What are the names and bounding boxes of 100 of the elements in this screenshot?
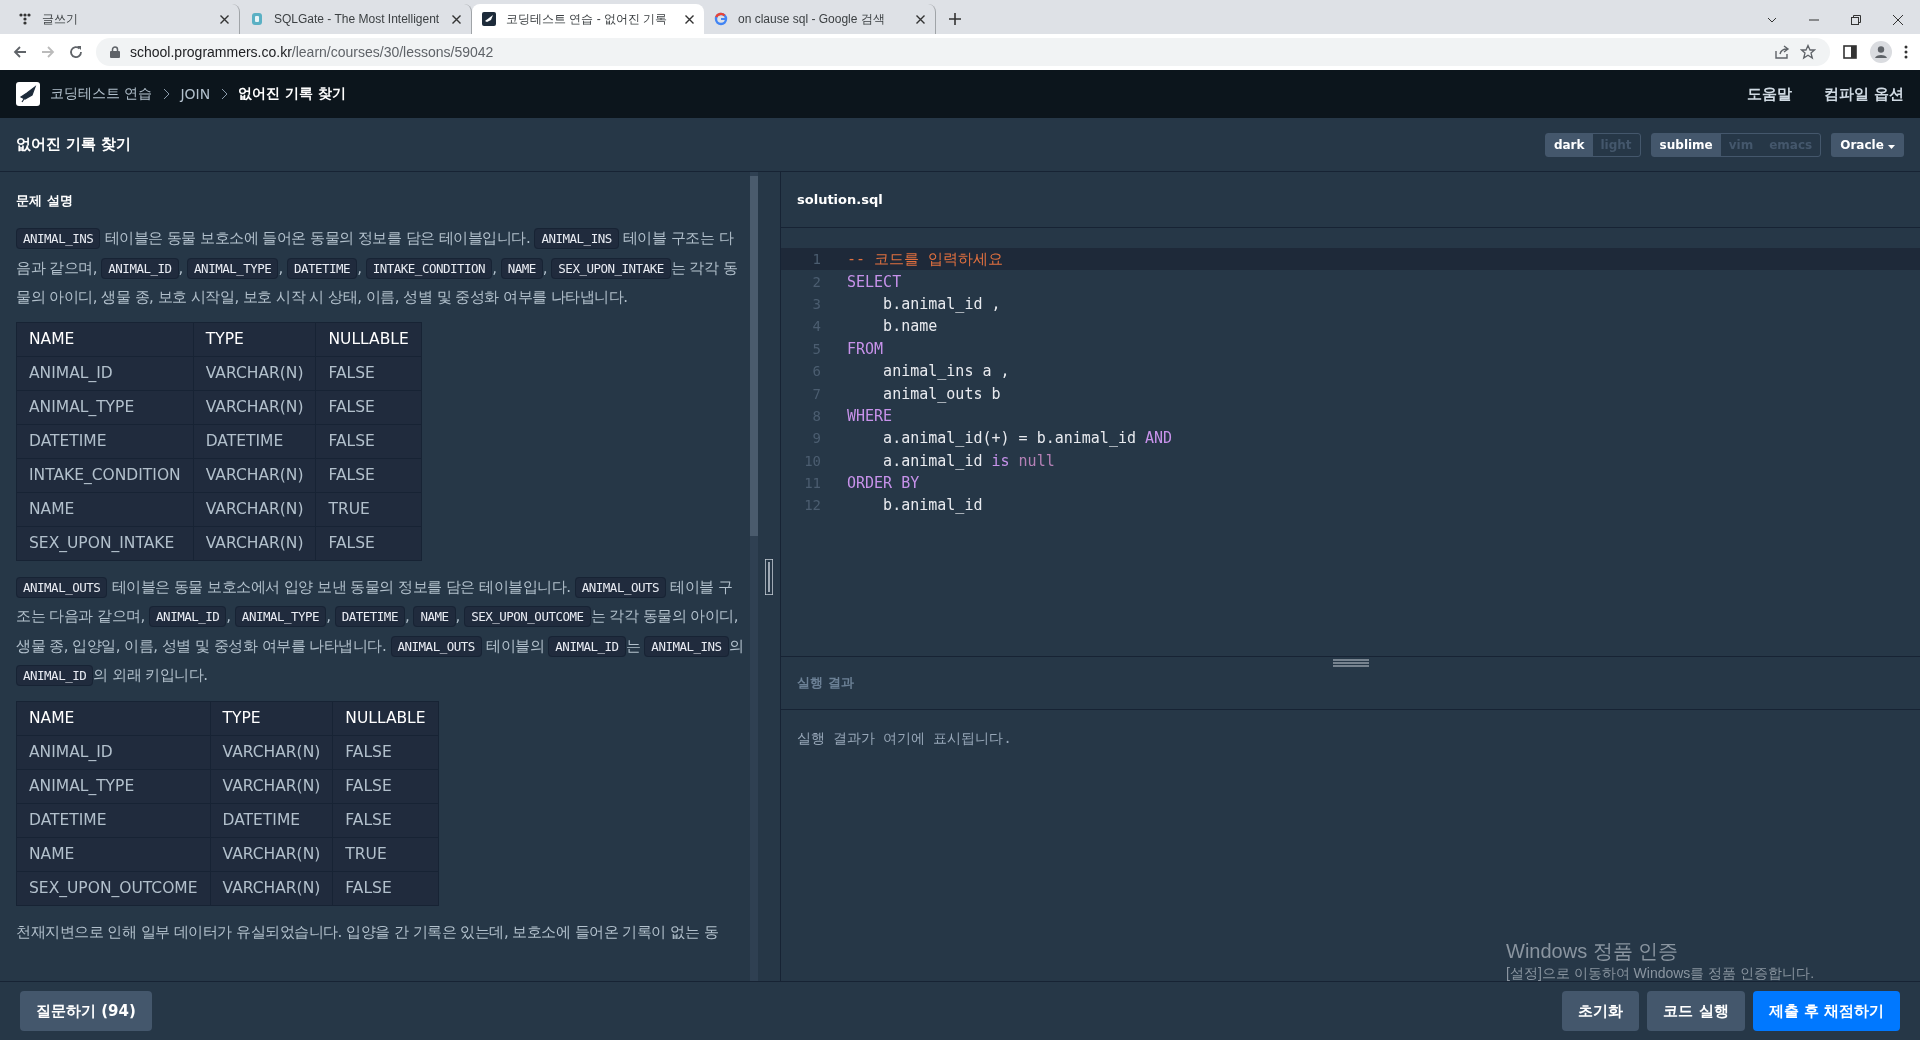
restore-icon[interactable]	[1850, 14, 1862, 26]
table-cell: VARCHAR(N)	[193, 390, 316, 424]
code-line: SELECT	[846, 272, 902, 291]
table-cell: VARCHAR(N)	[210, 871, 333, 905]
code-line: animal_ins a ,	[882, 362, 1010, 381]
table-cell: FALSE	[315, 424, 422, 458]
table-cell: FALSE	[315, 356, 422, 390]
table-cell: FALSE	[332, 803, 439, 837]
chevron-right-icon	[220, 88, 229, 100]
scrollbar[interactable]	[750, 172, 758, 981]
action-button[interactable]: 코드 실행	[1647, 991, 1745, 1031]
browser-tab[interactable]: 코딩테스트 연습 - 없어진 기록	[472, 4, 704, 34]
table-cell: TRUE	[332, 837, 439, 871]
table-cell: INTAKE_CONDITION	[16, 458, 194, 492]
nav-link[interactable]: 도움말	[1746, 84, 1792, 104]
description-paragraph: ANIMAL_INS 테이블은 동물 보호소에 들어온 동물의 정보를 담은 테이블입니다. ANIMAL_INS 테이블 구조는 다음과 같으며, ANIMAL_ID , ANIMAL_TYPE , DATETIME , INTAKE_CONDITION , NAME , SEX_UPON_INTAKE 는 각각 동물의 아이디, 생물 종, 보호 시작일, 보호 시작 시 상태, 이름, 성별 및 중성화 여부를 나타냅니다.	[16, 227, 739, 308]
code-line: a.animal_id(+) = b.animal_id AND	[882, 429, 1173, 448]
column-header: TYPE	[210, 701, 333, 735]
description-paragraph: 천재지변으로 인해 일부 데이터가 유실되었습니다. 입양을 간 기록은 있는데, 보호소에 들어온 기록이 없는 동	[16, 921, 720, 943]
table-cell: DATETIME	[193, 424, 316, 458]
column-header: NULLABLE	[315, 322, 422, 356]
column-header: NAME	[16, 701, 211, 735]
activation-title: Windows 정품 인증	[1506, 939, 1680, 964]
url-text: school.programmers.co.kr/learn/courses/30/lessons/59042	[130, 44, 494, 60]
share-icon[interactable]	[1774, 44, 1790, 60]
close-icon[interactable]	[452, 14, 461, 24]
menu-icon[interactable]	[1904, 45, 1908, 59]
table-cell: DATETIME	[210, 803, 333, 837]
back-icon[interactable]	[12, 44, 28, 60]
description-paragraph: ANIMAL_OUTS 테이블은 동물 보호소에서 입양 보낸 동물의 정보를 담은 테이블입니다. ANIMAL_OUTS 테이블 구조는 다음과 같으며, ANIMAL_ID , ANIMAL_TYPE , DATETIME , NAME , SEX_UPON_OUTCOME 는 각각 동물의 아이디, 생물 종, 입양일, 이름, 성별 및 중성화 여부를 나타냅니다. ANIMAL_OUTS 테이블의 ANIMAL_ID 는 ANIMAL_INS 의 ANIMAL_ID 의 외래 키입니다.	[16, 575, 745, 688]
language-dropdown[interactable]: Oracle	[1831, 132, 1904, 157]
reload-icon[interactable]	[68, 44, 84, 60]
table-cell: VARCHAR(N)	[193, 526, 316, 560]
code-line: animal_outs b	[882, 384, 1001, 403]
address-bar[interactable]: school.programmers.co.kr/learn/courses/30/lessons/59042	[96, 38, 1830, 66]
table-cell: NAME	[16, 492, 194, 526]
table-cell: VARCHAR(N)	[193, 356, 316, 390]
star-icon[interactable]	[1800, 44, 1816, 60]
file-name: solution.sql	[797, 192, 883, 207]
code-line: ORDER BY	[846, 474, 920, 493]
table-cell: DATETIME	[16, 803, 211, 837]
table-cell: VARCHAR(N)	[210, 769, 333, 803]
close-icon[interactable]	[916, 14, 925, 24]
code-line: b.animal_id	[882, 496, 983, 515]
breadcrumb-link[interactable]: 없어진 기록 찾기	[238, 85, 346, 103]
table-cell: ANIMAL_ID	[16, 735, 211, 769]
problem-title: 없어진 기록 찾기	[16, 135, 133, 154]
table-cell: SEX_UPON_INTAKE	[16, 526, 194, 560]
section-heading: 문제 설명	[16, 192, 74, 210]
table-cell: VARCHAR(N)	[193, 458, 316, 492]
close-icon[interactable]	[685, 14, 694, 24]
result-heading: 실행 결과	[797, 674, 854, 692]
caret-icon	[1888, 144, 1895, 149]
table-cell: ANIMAL_TYPE	[16, 769, 211, 803]
result-message: 실행 결과가 여기에 표시됩니다.	[797, 730, 1012, 746]
table-cell: FALSE	[332, 871, 439, 905]
bird-icon	[482, 12, 496, 26]
table-cell: FALSE	[315, 526, 422, 560]
bird-logo-icon[interactable]	[16, 82, 40, 106]
action-button[interactable]: 초기화	[1562, 991, 1640, 1031]
lock-icon	[110, 46, 120, 58]
code-line: WHERE	[846, 406, 893, 425]
table-cell: NAME	[16, 837, 211, 871]
drag-handle-icon[interactable]	[1332, 659, 1369, 667]
plus-icon[interactable]	[948, 12, 962, 26]
close-icon[interactable]	[1892, 14, 1904, 26]
google-icon	[714, 12, 728, 26]
code-line: -- 코드를 입력하세요	[846, 249, 1004, 269]
nav-link[interactable]: 컴파일 옵션	[1823, 84, 1904, 104]
column-header: TYPE	[193, 322, 316, 356]
resize-handle-icon[interactable]	[765, 558, 773, 595]
breadcrumb-link[interactable]: 코딩테스트 연습	[50, 85, 153, 103]
table-cell: ANIMAL_ID	[16, 356, 194, 390]
table-cell: FALSE	[315, 390, 422, 424]
table-cell: VARCHAR(N)	[210, 837, 333, 871]
side-panel-icon[interactable]	[1842, 44, 1858, 60]
table-cell: VARCHAR(N)	[193, 492, 316, 526]
code-line: FROM	[846, 339, 884, 358]
ask-question-button[interactable]: 질문하기 (94)	[20, 991, 152, 1031]
dots-icon	[18, 12, 32, 26]
code-line: b.name	[882, 317, 938, 336]
column-header: NAME	[16, 322, 194, 356]
table-cell: FALSE	[332, 735, 439, 769]
code-line: a.animal_id is null	[882, 451, 1055, 470]
breadcrumb-link[interactable]: JOIN	[180, 86, 211, 102]
theme-toggle[interactable]: dark	[1545, 133, 1593, 156]
table-cell: TRUE	[315, 492, 422, 526]
code-line: b.animal_id ,	[882, 294, 1001, 313]
profile-icon[interactable]	[1870, 41, 1892, 63]
database-icon	[250, 12, 264, 26]
chevron-right-icon	[162, 88, 171, 100]
keymap-toggle[interactable]: sublime	[1651, 133, 1721, 156]
table-cell: ANIMAL_TYPE	[16, 390, 194, 424]
table-cell: VARCHAR(N)	[210, 735, 333, 769]
table-cell: DATETIME	[16, 424, 194, 458]
action-button[interactable]: 제출 후 채점하기	[1752, 991, 1900, 1031]
table-cell: SEX_UPON_OUTCOME	[16, 871, 211, 905]
column-header: NULLABLE	[332, 701, 439, 735]
close-icon[interactable]	[220, 14, 229, 24]
table-cell: FALSE	[315, 458, 422, 492]
